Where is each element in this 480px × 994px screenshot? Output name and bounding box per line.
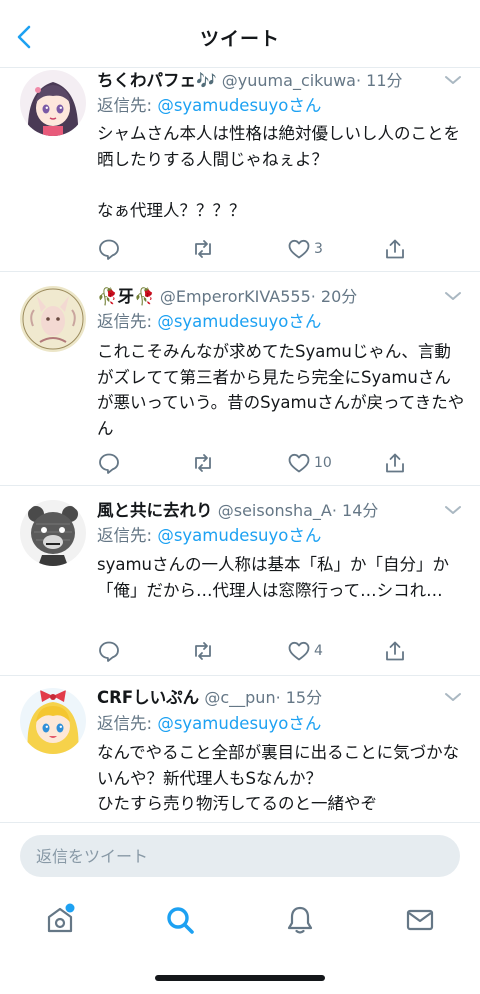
- tab-home[interactable]: [42, 902, 78, 938]
- home-icon: [47, 903, 75, 933]
- anime-girl-avatar-icon: [20, 70, 86, 136]
- user-handle: @EmperorKIVA555: [159, 287, 311, 306]
- blonde-girl-avatar-icon: [20, 688, 86, 754]
- tweet-header: ちくわパフェ🎶 @yuuma_cikuwa· 11分: [97, 68, 426, 94]
- display-name[interactable]: CRFしいぷん: [97, 688, 199, 707]
- tweet-time: · 15分: [275, 688, 323, 707]
- bottom-tab-bar: [0, 884, 480, 954]
- reply-input[interactable]: [20, 835, 460, 877]
- like-button[interactable]: 10: [287, 451, 332, 475]
- reply-button[interactable]: [97, 639, 124, 663]
- tweet[interactable]: 🥀牙🥀 @EmperorKIVA555· 20分 返信先: @syamudesu…: [0, 272, 480, 486]
- tweet-actions: 10: [97, 451, 417, 475]
- tweet-time: · 14分: [331, 501, 379, 520]
- illustration-avatar-icon: [20, 286, 86, 352]
- tab-notifications[interactable]: [282, 902, 318, 938]
- retweet-icon: [195, 240, 211, 258]
- home-indicator[interactable]: [155, 975, 325, 981]
- tweet-actions: 3: [97, 237, 417, 261]
- reply-prefix: 返信先:: [97, 714, 153, 733]
- reply-icon: [99, 453, 119, 474]
- display-name[interactable]: 🥀牙🥀: [97, 287, 155, 306]
- user-handle: @yuuma_cikuwa: [221, 71, 356, 90]
- tweet-actions: 4: [97, 639, 417, 663]
- user-handle: @seisonsha_A: [217, 501, 332, 520]
- retweet-icon: [195, 642, 211, 660]
- share-icon: [386, 239, 404, 259]
- reply-button[interactable]: [97, 451, 124, 475]
- tab-search[interactable]: [162, 902, 198, 938]
- share-button[interactable]: [383, 639, 407, 663]
- search-icon: [167, 907, 194, 934]
- reply-mention-link[interactable]: @syamudesuyoさん: [157, 312, 321, 331]
- mail-icon: [406, 909, 434, 931]
- like-count: 4: [314, 643, 323, 659]
- tweet-time: · 11分: [355, 71, 403, 90]
- share-button[interactable]: [383, 451, 407, 475]
- share-button[interactable]: [383, 237, 407, 261]
- tweet-header: CRFしいぷん @c__pun· 15分: [97, 685, 426, 711]
- heart-icon: [288, 453, 310, 473]
- reply-mention-link[interactable]: @syamudesuyoさん: [157, 526, 321, 545]
- display-name[interactable]: ちくわパフェ🎶: [97, 71, 217, 90]
- bell-icon: [287, 906, 313, 934]
- tweet-time: · 20分: [310, 287, 358, 306]
- chevron-down-icon[interactable]: [444, 74, 462, 86]
- reply-context: 返信先: @syamudesuyoさん: [97, 523, 321, 549]
- page-title: ツイート: [199, 28, 280, 50]
- avatar[interactable]: [20, 286, 86, 352]
- reply-context: 返信先: @syamudesuyoさん: [97, 711, 321, 737]
- reply-icon: [99, 239, 119, 260]
- chevron-down-icon[interactable]: [444, 504, 462, 516]
- tweet-text: これこそみんなが求めてたSyamuじゃん、言動がズレてて第三者から見たら完全にS…: [97, 342, 465, 438]
- tweet-header: 風と共に去れり @seisonsha_A· 14分: [97, 498, 426, 524]
- like-button[interactable]: 4: [287, 639, 323, 663]
- reply-prefix: 返信先:: [97, 312, 153, 331]
- share-icon: [386, 453, 404, 473]
- tweet[interactable]: 風と共に去れり @seisonsha_A· 14分 返信先: @syamudes…: [0, 486, 480, 676]
- header-bar: ツイート: [0, 0, 480, 68]
- heart-icon: [288, 641, 310, 661]
- like-count: 3: [314, 241, 323, 257]
- chevron-down-icon[interactable]: [444, 691, 462, 703]
- chevron-down-icon[interactable]: [444, 290, 462, 302]
- tweet-header: 🥀牙🥀 @EmperorKIVA555· 20分: [97, 284, 426, 310]
- reply-button[interactable]: [97, 237, 124, 261]
- avatar[interactable]: [20, 500, 86, 566]
- retweet-button[interactable]: [191, 639, 218, 663]
- reply-context: 返信先: @syamudesuyoさん: [97, 93, 321, 119]
- notification-dot: [65, 903, 75, 913]
- share-icon: [386, 641, 404, 661]
- tweet-text: syamuさんの一人称は基本「私」か「自分」か「俺」だから…代理人は窓際行って……: [97, 555, 450, 600]
- reply-mention-link[interactable]: @syamudesuyoさん: [157, 96, 321, 115]
- tab-messages[interactable]: [402, 902, 438, 938]
- retweet-button[interactable]: [191, 237, 218, 261]
- reply-prefix: 返信先:: [97, 526, 153, 545]
- tweet[interactable]: ちくわパフェ🎶 @yuuma_cikuwa· 11分 返信先: @syamude…: [0, 68, 480, 272]
- tweet-text: なんでやること全部が裏目に出ることに気づかないんや？新代理人もSなんか？ ひたす…: [97, 743, 460, 813]
- reply-composer: [0, 822, 480, 884]
- like-button[interactable]: 3: [287, 237, 323, 261]
- reply-prefix: 返信先:: [97, 96, 153, 115]
- reply-context: 返信先: @syamudesuyoさん: [97, 309, 321, 335]
- reply-mention-link[interactable]: @syamudesuyoさん: [157, 714, 321, 733]
- retweet-icon: [195, 454, 211, 472]
- display-name[interactable]: 風と共に去れり: [97, 501, 213, 520]
- user-handle: @c__pun: [204, 688, 276, 707]
- reply-icon: [99, 641, 119, 662]
- retweet-button[interactable]: [191, 451, 218, 475]
- tweet[interactable]: CRFしいぷん @c__pun· 15分 返信先: @syamudesuyoさん…: [0, 676, 480, 822]
- avatar[interactable]: [20, 688, 86, 754]
- heart-icon: [288, 239, 310, 259]
- like-count: 10: [314, 455, 332, 471]
- avatar[interactable]: [20, 70, 86, 136]
- bear-avatar-icon: [20, 500, 86, 566]
- tweet-text: シャムさん本人は性格は絶対優しいし人のことを晒したりする人間じゃねぇよ？ なぁ代…: [97, 124, 460, 220]
